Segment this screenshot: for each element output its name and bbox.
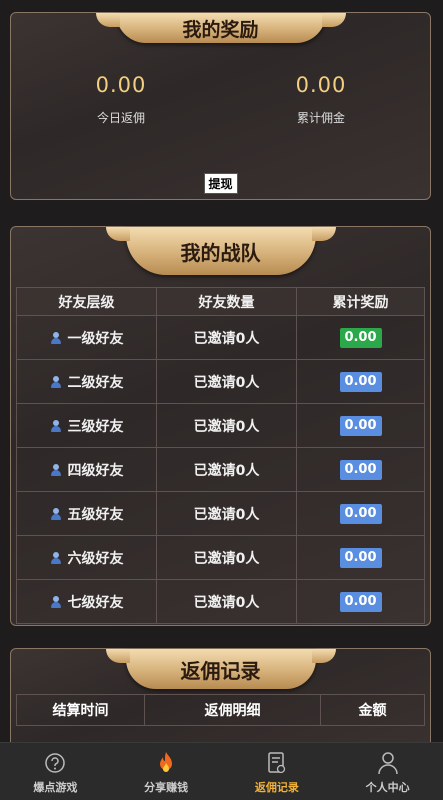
col-friend-level: 好友层级	[16, 287, 157, 316]
friend-level: 四级好友	[67, 462, 124, 479]
col-total-reward: 累计奖励	[296, 287, 425, 316]
user-icon	[50, 507, 62, 520]
records-header: 结算时间 返佣明细 金额	[16, 694, 425, 726]
friend-count: 已邀请0人	[156, 403, 297, 448]
user-icon	[50, 595, 62, 608]
reward-badge: 0.00	[339, 327, 382, 348]
reward-badge: 0.00	[339, 415, 382, 436]
withdraw-button[interactable]: 提现	[203, 173, 238, 194]
friend-count: 已邀请0人	[156, 579, 297, 624]
nav-item-share[interactable]: 分享赚钱	[111, 743, 222, 800]
today-commission: 0.00 今日返佣	[21, 73, 221, 173]
user-icon	[50, 375, 62, 388]
nav-label: 返佣记录	[254, 781, 299, 794]
team-table-header: 好友层级 好友数量 累计奖励	[16, 287, 425, 316]
table-row: 七级好友 已邀请0人 0.00	[16, 579, 425, 624]
friend-count: 已邀请0人	[156, 447, 297, 492]
user-icon	[376, 751, 400, 775]
today-commission-value: 0.00	[95, 73, 147, 97]
team-table: 好友层级 好友数量 累计奖励 一级好友 已邀请0人 0.00 二级好友 已邀请0…	[16, 287, 425, 624]
bottom-nav: 爆点游戏 分享赚钱 返佣记录 个人中心	[0, 742, 443, 800]
nav-item-records[interactable]: 返佣记录	[222, 743, 333, 800]
user-icon	[50, 331, 62, 344]
nav-label: 分享赚钱	[144, 781, 189, 794]
total-commission-label: 累计佣金	[296, 111, 345, 125]
friend-count: 已邀请0人	[156, 491, 297, 536]
user-icon	[50, 419, 62, 432]
table-row: 一级好友 已邀请0人 0.00	[16, 315, 425, 360]
help-circle-icon	[43, 751, 67, 775]
reward-badge: 0.00	[339, 547, 382, 568]
rewards-title: 我的奖励	[95, 13, 346, 43]
reward-badge: 0.00	[339, 459, 382, 480]
friend-count: 已邀请0人	[156, 535, 297, 580]
table-row: 三级好友 已邀请0人 0.00	[16, 403, 425, 448]
nav-item-games[interactable]: 爆点游戏	[0, 743, 111, 800]
friend-level: 六级好友	[67, 550, 124, 567]
friend-level: 五级好友	[67, 506, 124, 523]
friend-level: 二级好友	[67, 374, 124, 391]
friend-count: 已邀请0人	[156, 359, 297, 404]
total-commission-value: 0.00	[295, 73, 347, 97]
team-title: 我的战队	[105, 227, 336, 275]
flame-icon	[154, 751, 178, 775]
col-friend-count: 好友数量	[156, 287, 297, 316]
reward-badge: 0.00	[339, 591, 382, 612]
nav-item-profile[interactable]: 个人中心	[332, 743, 443, 800]
total-commission: 0.00 累计佣金	[221, 73, 421, 173]
reward-badge: 0.00	[339, 503, 382, 524]
nav-label: 爆点游戏	[33, 781, 78, 794]
team-panel: 我的战队 好友层级 好友数量 累计奖励 一级好友 已邀请0人 0.00 二级好友…	[10, 226, 431, 626]
col-settle-time: 结算时间	[17, 695, 145, 725]
col-amount: 金额	[358, 703, 387, 719]
table-row: 五级好友 已邀请0人 0.00	[16, 491, 425, 536]
friend-level: 一级好友	[67, 330, 124, 347]
table-row: 二级好友 已邀请0人 0.00	[16, 359, 425, 404]
table-row: 四级好友 已邀请0人 0.00	[16, 447, 425, 492]
friend-level: 三级好友	[67, 418, 124, 435]
reward-badge: 0.00	[339, 371, 382, 392]
user-icon	[50, 463, 62, 476]
col-commission-detail: 返佣明细	[145, 695, 321, 725]
rewards-panel: 我的奖励 0.00 今日返佣 0.00 累计佣金 提现	[10, 12, 431, 200]
friend-count: 已邀请0人	[156, 315, 297, 360]
nav-label: 个人中心	[365, 781, 410, 794]
table-row: 六级好友 已邀请0人 0.00	[16, 535, 425, 580]
records-title: 返佣记录	[105, 649, 336, 689]
user-icon	[50, 551, 62, 564]
document-icon	[265, 751, 289, 775]
today-commission-label: 今日返佣	[96, 111, 145, 125]
friend-level: 七级好友	[67, 594, 124, 611]
